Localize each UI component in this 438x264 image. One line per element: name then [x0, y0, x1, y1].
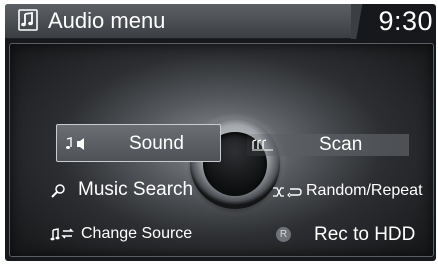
scan-label: Scan	[319, 134, 363, 155]
random-repeat-label: Random/Repeat	[306, 182, 423, 199]
sound-label: Sound	[129, 133, 184, 154]
sound-settings-icon	[66, 137, 84, 150]
change-source-label: Change Source	[81, 225, 193, 242]
rec-badge: R	[276, 227, 291, 242]
music-search-label: Music Search	[78, 179, 194, 200]
rec-to-hdd-label: Rec to HDD	[314, 224, 416, 245]
header-divider	[351, 4, 373, 39]
header-bar: Audio menu	[5, 4, 361, 39]
shuffle-repeat-icon	[273, 187, 302, 198]
sound-button[interactable]: Sound	[56, 124, 221, 162]
music-search-button[interactable]: Music Search	[46, 179, 206, 203]
change-source-button[interactable]: Change Source	[46, 224, 206, 246]
page-title: Audio menu	[48, 8, 166, 33]
random-repeat-button[interactable]: Random/Repeat	[272, 181, 434, 203]
audio-menu-screen: Audio menu 9:30 Sound Scan Music Search …	[5, 4, 436, 261]
music-note-icon	[18, 9, 38, 31]
clock: 9:30	[378, 6, 433, 36]
rec-to-hdd-button[interactable]: R Rec to HDD	[276, 223, 436, 247]
change-source-icon	[50, 228, 74, 241]
scan-icon	[252, 139, 273, 151]
audio-menu-panel: Sound Scan Music Search Random/Repeat Ch…	[9, 43, 434, 257]
scan-button[interactable]: Scan	[247, 134, 409, 156]
search-icon	[51, 184, 65, 198]
